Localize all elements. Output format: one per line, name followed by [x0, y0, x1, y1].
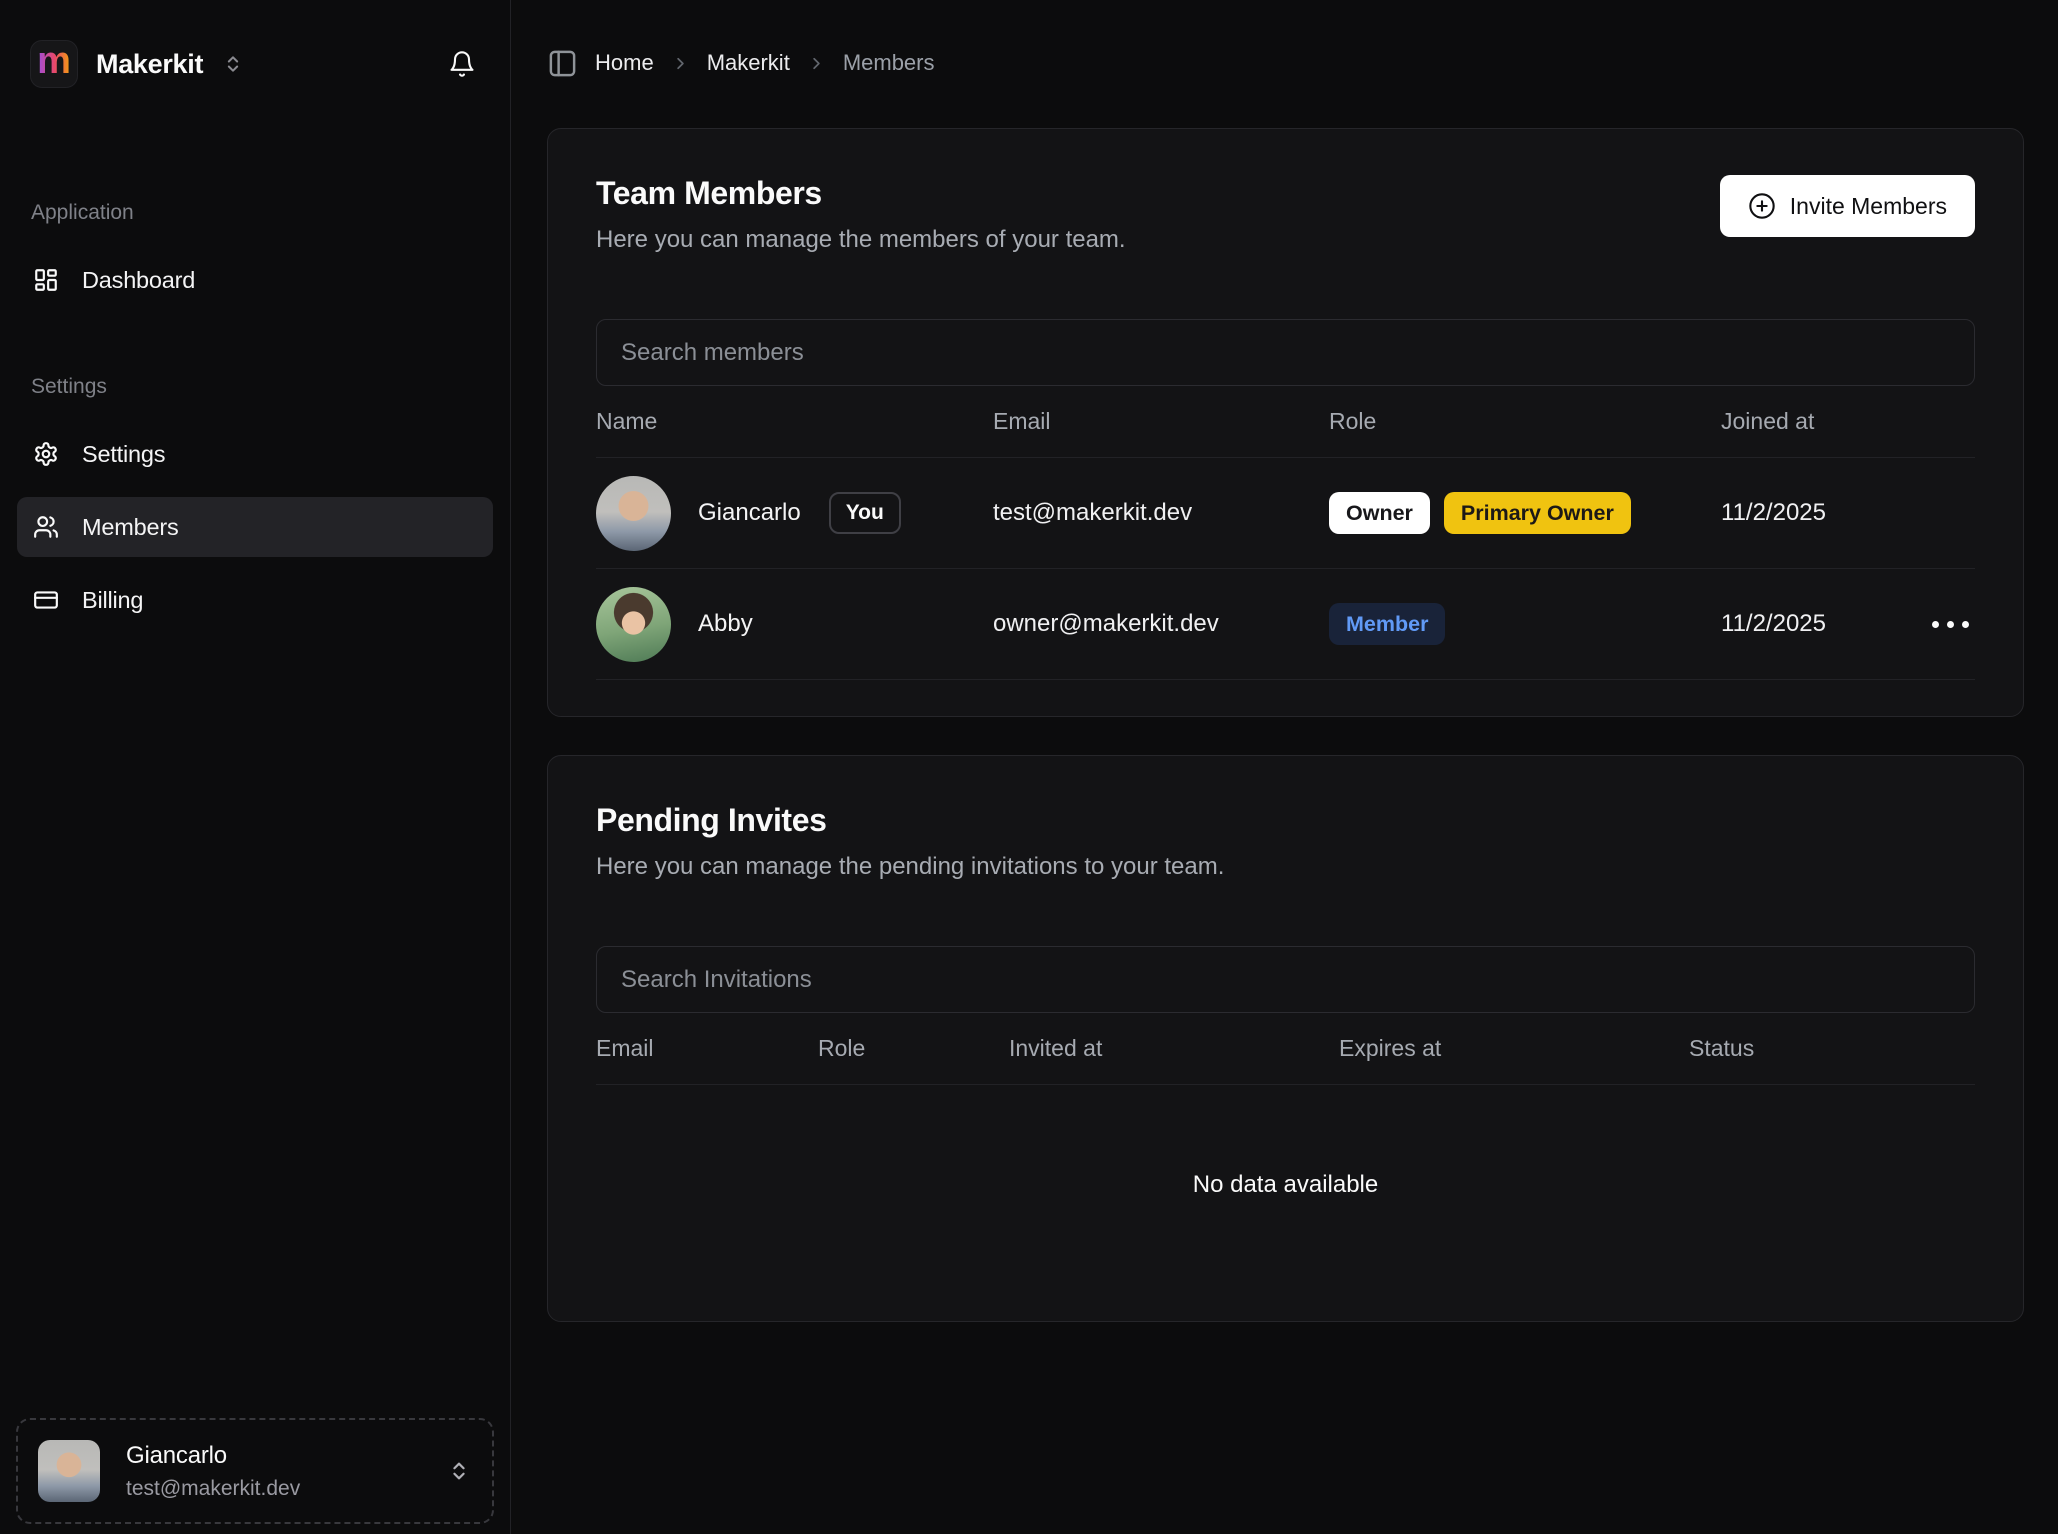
role-badge-member: Member [1329, 603, 1445, 645]
member-avatar [596, 587, 671, 662]
team-members-card: Team Members Here you can manage the mem… [547, 128, 2024, 717]
dashboard-icon [33, 267, 59, 293]
column-role: Role [1329, 408, 1721, 435]
column-invited-at: Invited at [1009, 1035, 1339, 1062]
column-email: Email [596, 1035, 818, 1062]
makerkit-logo: m [30, 40, 78, 88]
chevrons-up-down-icon [223, 54, 243, 74]
column-status: Status [1689, 1035, 1975, 1062]
member-joined-at: 11/2/2025 [1721, 610, 1919, 638]
members-table-header: Name Email Role Joined at [596, 386, 1975, 458]
main-content: Home Makerkit Members Team Members Here … [511, 0, 2058, 1534]
column-role: Role [818, 1035, 1009, 1062]
team-members-description: Here you can manage the members of your … [596, 225, 1126, 255]
settings-gear-icon [33, 441, 59, 467]
member-joined-at: 11/2/2025 [1721, 499, 1919, 527]
notifications-bell-icon[interactable] [448, 50, 476, 78]
panel-left-toggle-icon[interactable] [547, 48, 578, 79]
row-actions-menu-icon[interactable] [1919, 621, 1975, 628]
pending-invites-card: Pending Invites Here you can manage the … [547, 755, 2024, 1322]
invites-table-header: Email Role Invited at Expires at Status [596, 1013, 1975, 1085]
invite-members-button[interactable]: Invite Members [1720, 175, 1975, 237]
sidebar-item-billing[interactable]: Billing [17, 570, 493, 630]
sidebar-header: m Makerkit [0, 0, 510, 88]
pending-invites-description: Here you can manage the pending invitati… [596, 852, 1224, 882]
users-icon [33, 514, 59, 540]
role-badge-primary-owner: Primary Owner [1444, 492, 1631, 534]
team-members-title: Team Members [596, 173, 1126, 213]
empty-state-message: No data available [1193, 1171, 1378, 1199]
user-email: test@makerkit.dev [126, 1477, 300, 1501]
column-email: Email [993, 408, 1329, 435]
search-invitations-input[interactable] [596, 946, 1975, 1013]
column-name: Name [596, 408, 993, 435]
member-name: Giancarlo [698, 499, 801, 527]
breadcrumb-home[interactable]: Home [595, 50, 654, 76]
pending-invites-title: Pending Invites [596, 800, 1224, 840]
chevron-right-icon [671, 54, 690, 73]
chevrons-up-down-icon [448, 1460, 470, 1482]
workspace-switcher[interactable]: m Makerkit [30, 40, 243, 88]
invite-members-label: Invite Members [1790, 193, 1947, 220]
role-badge-owner: Owner [1329, 492, 1430, 534]
breadcrumb-members: Members [843, 50, 935, 76]
table-row: Abby owner@makerkit.dev Member 11/2/2025 [596, 569, 1975, 680]
you-badge: You [829, 492, 901, 534]
sidebar-item-label: Billing [82, 587, 143, 614]
search-members-input[interactable] [596, 319, 1975, 386]
column-joined-at: Joined at [1721, 408, 1919, 435]
credit-card-icon [33, 587, 59, 613]
logo-letter: m [37, 42, 71, 80]
member-email: owner@makerkit.dev [993, 610, 1329, 638]
member-avatar [596, 476, 671, 551]
plus-circle-icon [1748, 192, 1776, 220]
sidebar-item-dashboard[interactable]: Dashboard [17, 250, 493, 310]
member-name: Abby [698, 610, 753, 638]
table-row: Giancarlo You test@makerkit.dev Owner Pr… [596, 458, 1975, 569]
nav-section-application: Application [31, 200, 479, 226]
user-avatar [38, 1440, 100, 1502]
empty-state: No data available [596, 1085, 1975, 1285]
member-email: test@makerkit.dev [993, 499, 1329, 527]
breadcrumb-makerkit[interactable]: Makerkit [707, 50, 790, 76]
invites-table: Email Role Invited at Expires at Status … [596, 1013, 1975, 1285]
user-name: Giancarlo [126, 1442, 300, 1470]
chevron-right-icon [807, 54, 826, 73]
nav-section-settings: Settings [31, 374, 479, 400]
sidebar: m Makerkit Application Dashboard Setting… [0, 0, 511, 1534]
breadcrumb: Home Makerkit Members [547, 46, 2024, 80]
account-menu-trigger[interactable]: Giancarlo test@makerkit.dev [16, 1418, 494, 1524]
sidebar-item-label: Settings [82, 441, 165, 468]
sidebar-item-label: Members [82, 514, 179, 541]
sidebar-item-settings[interactable]: Settings [17, 424, 493, 484]
app-root: m Makerkit Application Dashboard Setting… [0, 0, 2058, 1534]
column-expires-at: Expires at [1339, 1035, 1689, 1062]
sidebar-item-label: Dashboard [82, 267, 195, 294]
sidebar-item-members[interactable]: Members [17, 497, 493, 557]
sidebar-nav: Application Dashboard Settings Settings … [0, 88, 510, 630]
members-table: Name Email Role Joined at Giancarlo You … [596, 386, 1975, 680]
workspace-name: Makerkit [96, 49, 203, 80]
